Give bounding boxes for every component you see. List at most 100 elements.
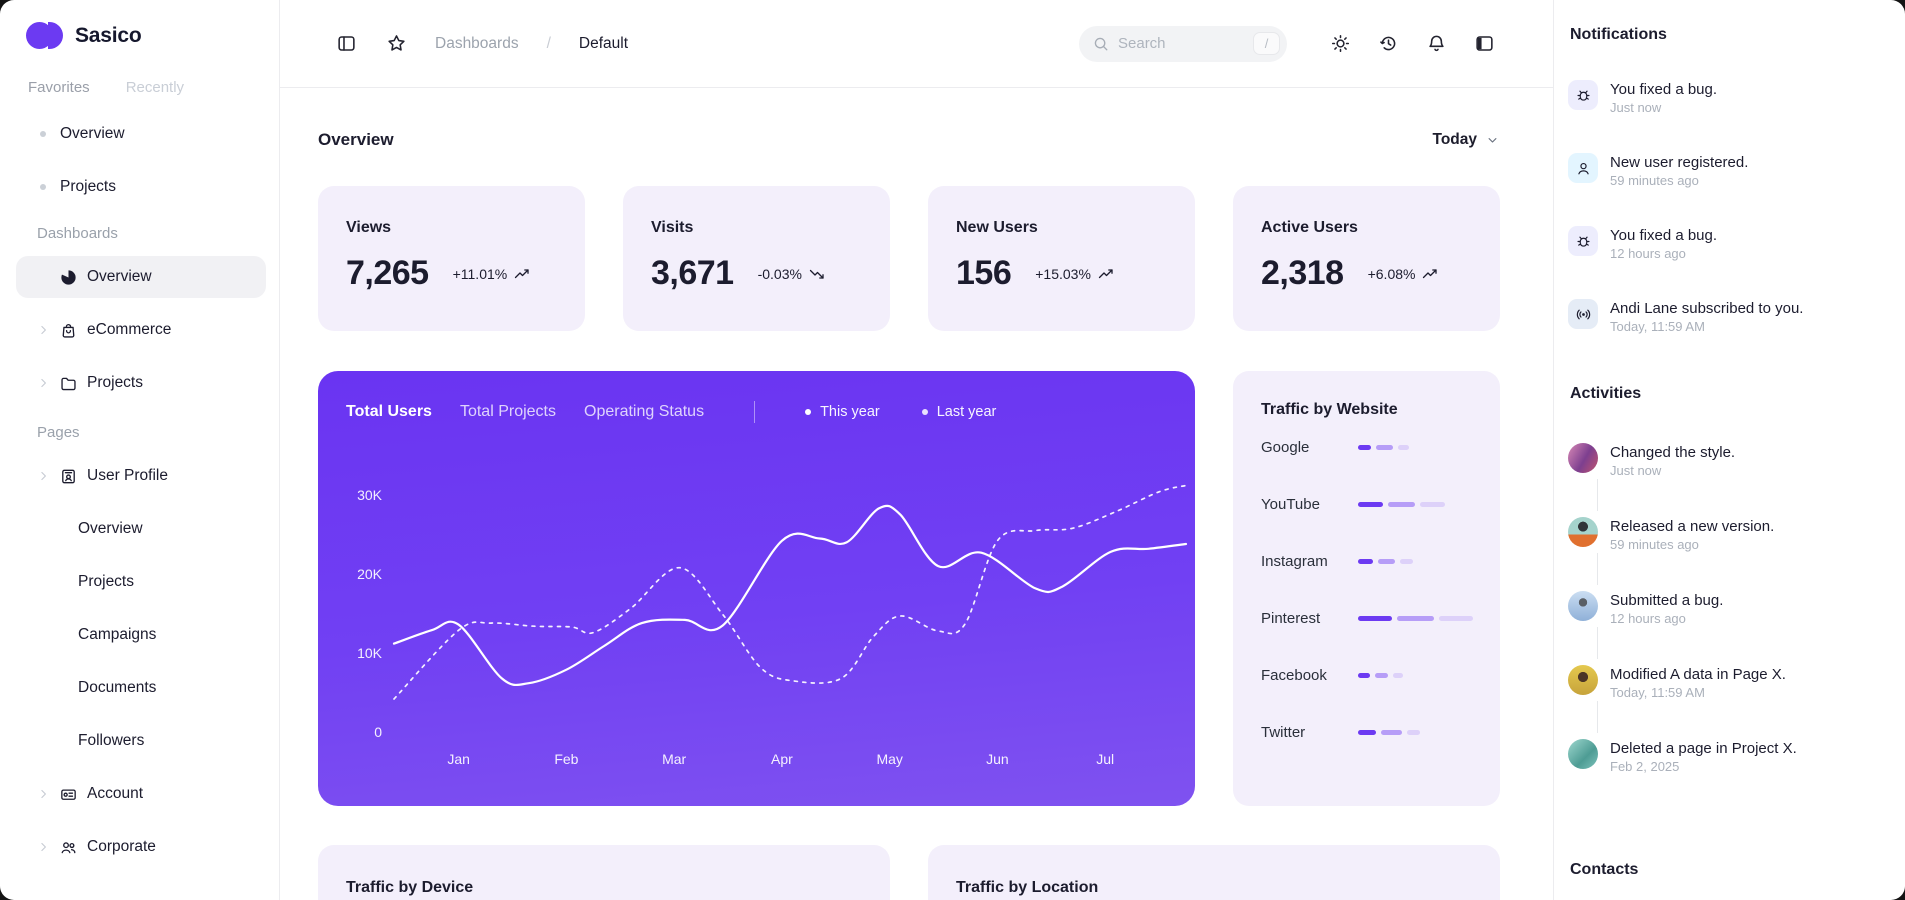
traffic-bar: [1358, 730, 1420, 735]
tab-favorites[interactable]: Favorites: [28, 79, 90, 96]
sidebar-item-documents[interactable]: Documents: [16, 667, 266, 709]
card-title: Traffic by Website: [1261, 401, 1398, 418]
avatar: [1568, 443, 1598, 473]
activity-title: Submitted a bug.: [1610, 592, 1724, 609]
sidebar-toggle-icon[interactable]: [335, 33, 357, 55]
bug-icon: [1568, 226, 1598, 256]
stat-label: Active Users: [1261, 219, 1358, 236]
site-row-instagram[interactable]: Instagram: [1261, 533, 1476, 590]
sidebar-item-overview[interactable]: Overview: [16, 256, 266, 298]
section-label-dashboards: Dashboards: [37, 225, 118, 242]
stat-label: Visits: [651, 219, 694, 236]
search-shortcut-badge: /: [1253, 32, 1280, 55]
main-column: Dashboards / Default /: [280, 0, 1553, 900]
activities-section: Activities Changed the style. Just now Re…: [1564, 385, 1889, 813]
notification-item[interactable]: Andi Lane subscribed to you. Today, 11:59…: [1564, 299, 1889, 337]
tab-operating-status[interactable]: Operating Status: [584, 403, 704, 421]
stat-value: 156: [956, 254, 1012, 292]
brand-name: Sasico: [75, 23, 142, 47]
sidebar-item-ecommerce[interactable]: eCommerce: [16, 309, 266, 351]
search-input[interactable]: [1118, 35, 1228, 52]
sidebar-item-projects-sub[interactable]: Projects: [16, 561, 266, 603]
site-row-google[interactable]: Google: [1261, 419, 1476, 476]
activity-item[interactable]: Submitted a bug. 12 hours ago: [1564, 591, 1889, 665]
breadcrumb-separator: /: [546, 34, 551, 52]
legend-this-year: This year: [805, 404, 880, 420]
card-title: Traffic by Location: [956, 879, 1099, 896]
x-tick-label: Jul: [1096, 751, 1115, 767]
stat-card-active-users[interactable]: Active Users 2,318 +6.08%: [1233, 186, 1500, 331]
stat-card-visits[interactable]: Visits 3,671 -0.03%: [623, 186, 890, 331]
site-row-youtube[interactable]: YouTube: [1261, 476, 1476, 533]
breadcrumb-dashboards[interactable]: Dashboards: [435, 35, 519, 53]
tab-total-users[interactable]: Total Users: [346, 403, 432, 421]
sidebar-item-followers[interactable]: Followers: [16, 720, 266, 762]
avatar: [1568, 665, 1598, 695]
x-tick-label: Mar: [662, 751, 687, 767]
sidebar-item-label: Overview: [87, 268, 152, 285]
stat-card-new-users[interactable]: New Users 156 +15.03%: [928, 186, 1195, 331]
notification-item[interactable]: New user registered. 59 minutes ago: [1564, 153, 1889, 191]
site-name: Pinterest: [1261, 610, 1321, 627]
contacts-section: Contacts Natali Craig: [1564, 861, 1889, 900]
favorite-item-projects[interactable]: Projects: [0, 169, 265, 205]
trend-down-icon: [809, 269, 824, 279]
activity-item[interactable]: Deleted a page in Project X. Feb 2, 2025: [1564, 739, 1889, 813]
breadcrumb-default[interactable]: Default: [579, 35, 628, 53]
activity-item[interactable]: Changed the style. Just now: [1564, 443, 1889, 517]
x-tick-label: Apr: [771, 751, 793, 767]
broadcast-icon: [1568, 299, 1598, 329]
activity-title: Changed the style.: [1610, 444, 1736, 461]
app-window: Sasico Favorites Recently Overview Proje…: [0, 0, 1905, 900]
search-box[interactable]: /: [1079, 25, 1287, 62]
date-range-dropdown[interactable]: Today: [1433, 131, 1501, 149]
sidebar-item-corporate[interactable]: Corporate: [16, 826, 266, 868]
traffic-bar: [1358, 502, 1445, 507]
notifications-section: Notifications You fixed a bug. Just now N…: [1564, 26, 1889, 337]
notification-time: Just now: [1610, 100, 1662, 115]
brand-logo[interactable]: Sasico: [0, 22, 265, 49]
activity-item[interactable]: Released a new version. 59 minutes ago: [1564, 517, 1889, 591]
notification-time: 59 minutes ago: [1610, 173, 1699, 188]
activity-time: Feb 2, 2025: [1610, 759, 1680, 774]
star-icon[interactable]: [385, 33, 407, 55]
traffic-by-website-card: Traffic by Website Google YouTube Instag…: [1233, 371, 1500, 806]
history-icon[interactable]: [1377, 33, 1399, 55]
stat-value: 2,318: [1261, 254, 1344, 292]
notification-item[interactable]: You fixed a bug. 12 hours ago: [1564, 226, 1889, 264]
sidebar-item-label: Projects: [78, 573, 134, 590]
stat-card-views[interactable]: Views 7,265 +11.01%: [318, 186, 585, 331]
search-icon: [1092, 35, 1110, 53]
stat-delta: +15.03%: [1035, 265, 1091, 282]
tab-total-projects[interactable]: Total Projects: [460, 403, 556, 421]
avatar: [1568, 517, 1598, 547]
site-row-facebook[interactable]: Facebook: [1261, 647, 1476, 704]
sidebar: Sasico Favorites Recently Overview Proje…: [0, 0, 280, 900]
traffic-bar: [1358, 616, 1473, 621]
sidebar-item-user-profile[interactable]: User Profile: [16, 455, 266, 497]
sidebar-item-projects[interactable]: Projects: [16, 362, 266, 404]
traffic-bar: [1358, 445, 1409, 450]
favorite-label: Projects: [60, 178, 116, 195]
sidebar-item-overview-sub[interactable]: Overview: [16, 508, 266, 550]
stat-value: 3,671: [651, 254, 734, 292]
divider: [754, 401, 756, 423]
bell-icon[interactable]: [1425, 33, 1447, 55]
brand-logo-icon: [26, 22, 63, 49]
tab-recently[interactable]: Recently: [126, 79, 184, 96]
trend-up-icon: [1098, 268, 1113, 278]
sidebar-item-campaigns[interactable]: Campaigns: [16, 614, 266, 656]
series-this-year: [392, 504, 1188, 687]
theme-sun-icon[interactable]: [1329, 33, 1351, 55]
stat-label: Views: [346, 219, 392, 236]
favorite-item-overview[interactable]: Overview: [0, 116, 265, 152]
activity-item[interactable]: Modified A data in Page X. Today, 11:59 A…: [1564, 665, 1889, 739]
site-row-twitter[interactable]: Twitter: [1261, 704, 1476, 761]
right-panel-toggle-icon[interactable]: [1473, 33, 1495, 55]
x-tick-label: Jan: [447, 751, 470, 767]
notification-item[interactable]: You fixed a bug. Just now: [1564, 80, 1889, 118]
section-label-pages: Pages: [37, 424, 80, 441]
site-row-pinterest[interactable]: Pinterest: [1261, 590, 1476, 647]
sidebar-item-account[interactable]: Account: [16, 773, 266, 815]
pie-chart-icon: [59, 268, 78, 287]
